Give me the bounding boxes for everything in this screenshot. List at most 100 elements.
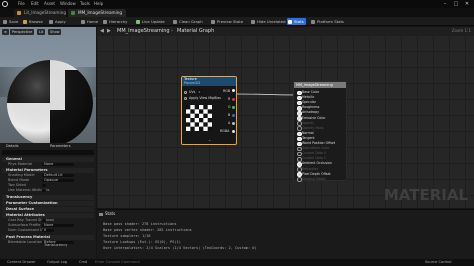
breadcrumb-root[interactable]: MM_ImageStreaming: [117, 27, 170, 35]
property-row: Num Customized UVs 0: [2, 228, 94, 233]
menu-help[interactable]: Help: [94, 0, 103, 8]
cmd-button[interactable]: Cmd: [74, 259, 87, 266]
rgb-pin-icon[interactable]: [232, 89, 235, 92]
menu-tools[interactable]: Tools: [80, 0, 90, 8]
hide-unrelated-button[interactable]: Hide Unrelated: [250, 18, 285, 25]
result-pin[interactable]: Ambient Occlusion: [297, 161, 332, 167]
property-value[interactable]: Opaque: [42, 178, 74, 183]
property-label: Blendable Location: [8, 240, 43, 244]
clean-graph-label: Clean Graph: [179, 19, 203, 24]
property-value[interactable]: Default Lit: [42, 173, 74, 178]
material-result-node[interactable]: MM_ImageStreaming Base Color Metallic Spec…: [293, 81, 347, 182]
stats-tab[interactable]: Stats: [99, 211, 115, 217]
property-value[interactable]: None: [42, 223, 74, 228]
output-log-button[interactable]: Output Log: [42, 259, 67, 266]
result-pin[interactable]: World Position Offset: [297, 141, 335, 147]
a-pin-icon[interactable]: [232, 121, 235, 125]
breadcrumb-child: Material Graph: [177, 28, 215, 34]
menu-window[interactable]: Window: [60, 0, 76, 8]
material-graph-canvas[interactable]: Texture Param2D UVs 0 Apply View MipBias…: [97, 35, 474, 208]
material-preview-viewport[interactable]: ≡ Perspective Lit Show: [0, 27, 96, 143]
home-icon: [81, 19, 85, 24]
forward-icon[interactable]: ▶: [107, 27, 111, 35]
stats-button[interactable]: Stats: [287, 18, 306, 25]
viewport-menu-button[interactable]: ≡: [2, 29, 9, 35]
stats-icon: [288, 19, 292, 24]
home-button[interactable]: Home: [80, 18, 98, 25]
source-control-button[interactable]: Source Control: [420, 259, 451, 266]
preview-state-button[interactable]: Preview State: [210, 18, 243, 25]
perspective-button[interactable]: Perspective: [10, 29, 35, 35]
ray-traced-shadows-checkbox[interactable]: [42, 218, 46, 223]
result-pin[interactable]: Tangent: [297, 136, 315, 142]
stats-line: Base pass shader: 278 instructions: [103, 222, 177, 226]
save-button[interactable]: Save: [2, 18, 18, 25]
tab-mm-imagestreaming[interactable]: MM_ImageStreaming: [68, 9, 126, 17]
result-pin[interactable]: Metallic: [297, 95, 314, 101]
apply-icon: [49, 19, 53, 24]
result-pin[interactable]: Subsurface Color: [297, 146, 329, 152]
unreal-logo-icon[interactable]: [2, 1, 8, 7]
texture-sample-node[interactable]: Texture Param2D UVs 0 Apply View MipBias…: [181, 76, 237, 145]
result-pin[interactable]: Base Color: [297, 90, 319, 96]
console-input[interactable]: Enter Console Command: [90, 259, 140, 266]
tab-lit-imagestreaming[interactable]: Lit_ImageStreaming: [14, 9, 66, 17]
collapse-chevron-icon[interactable]: ⌄: [208, 137, 211, 142]
result-pin[interactable]: Refraction: [297, 167, 318, 172]
hierarchy-button[interactable]: Hierarchy: [102, 18, 127, 25]
hide-unrelated-label: Hide Unrelated: [257, 19, 286, 24]
result-pin[interactable]: Normal: [297, 131, 314, 137]
g-pin-icon[interactable]: [232, 105, 235, 109]
result-pin[interactable]: Shading Model: [297, 177, 326, 182]
b-pin-icon[interactable]: [232, 113, 235, 117]
result-pin[interactable]: Pixel Depth Offset: [297, 172, 331, 177]
section-translucency[interactable]: Translucency: [2, 195, 94, 200]
show-button[interactable]: Show: [48, 29, 62, 35]
browse-button[interactable]: Browse: [22, 18, 43, 25]
two-sided-checkbox[interactable]: [42, 183, 46, 188]
document-tabs: Lit_ImageStreaming MM_ImageStreaming: [0, 8, 474, 17]
lit-button[interactable]: Lit: [37, 29, 46, 35]
back-icon[interactable]: ◀: [100, 27, 104, 35]
menu-asset[interactable]: Asset: [44, 0, 55, 8]
result-pin[interactable]: Opacity Mask: [297, 126, 323, 131]
property-value[interactable]: Before Translucency: [42, 240, 74, 247]
tab-details[interactable]: Details: [1, 143, 18, 149]
r-pin-icon[interactable]: [232, 97, 235, 101]
result-pin[interactable]: Anisotropy: [297, 110, 319, 116]
minimize-icon[interactable]: –: [440, 0, 450, 8]
property-label: Blend Mode: [8, 178, 30, 182]
result-pin[interactable]: Opacity: [297, 121, 314, 126]
details-search-input[interactable]: [2, 150, 94, 155]
close-icon[interactable]: ✕: [462, 0, 472, 8]
platform-stats-button[interactable]: Platform Stats: [310, 18, 344, 25]
uvs-value-field[interactable]: 0: [197, 89, 202, 94]
material-attributes-checkbox[interactable]: [42, 188, 46, 193]
stats-line: Base pass vertex shader: 282 instruction…: [103, 228, 192, 232]
menu-edit[interactable]: Edit: [31, 0, 39, 8]
menu-file[interactable]: File: [18, 0, 25, 8]
uvs-pin-icon[interactable]: [184, 91, 187, 94]
texture-thumbnail: [186, 105, 212, 131]
section-decal-surface[interactable]: Decal Surface: [2, 207, 94, 212]
property-value[interactable]: None: [42, 162, 74, 167]
live-update-button[interactable]: Live Update: [135, 18, 165, 25]
tab-label: MM_ImageStreaming: [78, 10, 123, 15]
result-pin[interactable]: Custom Data 1: [297, 156, 326, 162]
property-value[interactable]: 0: [42, 228, 54, 233]
apply-button[interactable]: Apply: [48, 18, 66, 25]
maximize-icon[interactable]: □: [451, 0, 461, 8]
result-pin[interactable]: Roughness: [297, 105, 319, 111]
result-pin[interactable]: Emissive Color: [297, 116, 325, 121]
section-parameter-customization[interactable]: Parameter Customization: [2, 201, 94, 206]
mipbias-pin-label: Apply View MipBias: [189, 96, 221, 100]
result-pin[interactable]: Specular: [297, 100, 316, 106]
mipbias-pin-icon[interactable]: [184, 97, 187, 100]
clean-graph-button[interactable]: Clean Graph: [172, 18, 203, 25]
details-panel: Details Parameters General Phys Material…: [0, 143, 96, 259]
node-subtitle: Param2D: [184, 81, 201, 85]
result-pin[interactable]: Custom Data 0: [297, 151, 326, 157]
tab-parameters[interactable]: Parameters: [45, 143, 71, 149]
content-drawer-button[interactable]: Content Drawer: [2, 259, 36, 266]
rgba-pin-icon[interactable]: [232, 129, 235, 133]
